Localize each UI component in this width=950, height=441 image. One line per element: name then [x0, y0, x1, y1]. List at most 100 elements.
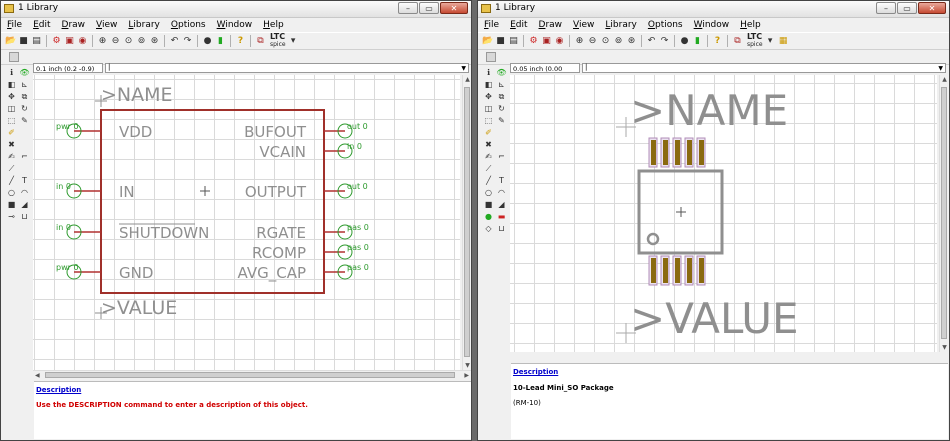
- menu-file[interactable]: File: [7, 20, 22, 30]
- vertical-scrollbar[interactable]: ▲ ▼: [462, 75, 471, 370]
- attribute-icon[interactable]: ⊔: [496, 223, 507, 234]
- polygon-icon[interactable]: ◢: [496, 199, 507, 210]
- go-icon[interactable]: ▮: [692, 36, 703, 47]
- mark-icon[interactable]: ⊾: [19, 79, 30, 90]
- run-icon[interactable]: ◉: [554, 36, 565, 47]
- cam-icon[interactable]: ⚙: [51, 36, 62, 47]
- change-icon[interactable]: ✎: [19, 115, 30, 126]
- description-link[interactable]: Description: [36, 386, 81, 394]
- symbol-editor-canvas[interactable]: >NAME >VALUE pwr 0 VDD in 0 IN in 0 SHUTDOWN pwr…: [33, 75, 460, 370]
- arc-icon[interactable]: ◠: [19, 187, 30, 198]
- undo-icon[interactable]: ↶: [646, 36, 657, 47]
- rotate-icon[interactable]: ↻: [496, 103, 507, 114]
- zoom-in-icon[interactable]: ⊕: [574, 36, 585, 47]
- grid-button[interactable]: [486, 52, 496, 62]
- cam-icon[interactable]: ⚙: [528, 36, 539, 47]
- dropdown-arrow-icon[interactable]: ▾: [765, 36, 776, 47]
- mark-icon[interactable]: ⊾: [496, 79, 507, 90]
- zoom-out-icon[interactable]: ⊖: [110, 36, 121, 47]
- menu-draw[interactable]: Draw: [539, 20, 563, 30]
- scroll-down-icon[interactable]: ▼: [940, 343, 949, 352]
- arc-icon[interactable]: ◠: [496, 187, 507, 198]
- attribute-icon[interactable]: ⊔: [19, 211, 30, 222]
- scroll-thumb[interactable]: [464, 87, 470, 357]
- open-icon[interactable]: 📂: [482, 36, 493, 47]
- help-icon[interactable]: ?: [712, 36, 723, 47]
- rotate-icon[interactable]: ↻: [19, 103, 30, 114]
- scroll-right-icon[interactable]: ▶: [464, 371, 469, 380]
- close-button[interactable]: ✕: [440, 2, 468, 14]
- scroll-thumb[interactable]: [941, 87, 947, 339]
- package-editor-canvas[interactable]: >NAME >VALUE: [510, 75, 937, 352]
- scroll-left-icon[interactable]: ◀: [35, 371, 40, 380]
- wire-icon[interactable]: ╱: [6, 175, 17, 186]
- command-line-input[interactable]: | ▼: [582, 63, 946, 73]
- info-icon[interactable]: ℹ: [6, 67, 17, 78]
- description-link[interactable]: Description: [513, 368, 558, 376]
- run-icon[interactable]: ◉: [77, 36, 88, 47]
- menu-library[interactable]: Library: [605, 20, 636, 30]
- scroll-thumb[interactable]: [45, 372, 455, 378]
- mirror-icon[interactable]: ◫: [6, 103, 17, 114]
- rect-icon[interactable]: ■: [6, 199, 17, 210]
- menu-window[interactable]: Window: [694, 20, 730, 30]
- mirror-icon[interactable]: ◫: [483, 103, 494, 114]
- chevron-down-icon[interactable]: ▼: [938, 65, 943, 72]
- script-icon[interactable]: ▣: [64, 36, 75, 47]
- menu-edit[interactable]: Edit: [510, 20, 527, 30]
- via-icon[interactable]: ●: [483, 211, 494, 222]
- zoom-out-icon[interactable]: ⊖: [587, 36, 598, 47]
- move-icon[interactable]: ✥: [6, 91, 17, 102]
- undo-icon[interactable]: ↶: [169, 36, 180, 47]
- minimize-button[interactable]: –: [398, 2, 418, 14]
- polygon-icon[interactable]: ◢: [19, 199, 30, 210]
- paste-icon[interactable]: ✐: [483, 127, 494, 138]
- stop-icon[interactable]: ●: [679, 36, 690, 47]
- zoom-fit-icon[interactable]: ⊚: [136, 36, 147, 47]
- go-icon[interactable]: ▮: [215, 36, 226, 47]
- open-icon[interactable]: 📂: [5, 36, 16, 47]
- paste-icon[interactable]: ✐: [6, 127, 17, 138]
- split-icon[interactable]: ⟋: [483, 163, 494, 174]
- wire-icon[interactable]: ╱: [483, 175, 494, 186]
- chevron-down-icon[interactable]: ▼: [461, 65, 466, 72]
- circle-icon[interactable]: ○: [483, 187, 494, 198]
- menu-window[interactable]: Window: [217, 20, 253, 30]
- smd-icon[interactable]: ▬: [496, 211, 507, 222]
- show-icon[interactable]: 👁: [19, 67, 30, 78]
- grid-button[interactable]: [9, 52, 19, 62]
- miter-icon[interactable]: ⌐: [19, 151, 30, 162]
- close-button[interactable]: ✕: [918, 2, 946, 14]
- move-icon[interactable]: ✥: [483, 91, 494, 102]
- ltspice-icon[interactable]: ⧉: [732, 36, 743, 47]
- menu-options[interactable]: Options: [648, 20, 683, 30]
- zoom-fit-icon[interactable]: ⊚: [613, 36, 624, 47]
- save-icon[interactable]: ■: [18, 36, 29, 47]
- scroll-up-icon[interactable]: ▲: [463, 75, 471, 84]
- copy-icon[interactable]: ⧉: [19, 91, 30, 102]
- zoom-select-icon[interactable]: ⊛: [626, 36, 637, 47]
- pads-icon[interactable]: ▦: [778, 36, 789, 47]
- script-icon[interactable]: ▣: [541, 36, 552, 47]
- menu-help[interactable]: Help: [740, 20, 761, 30]
- ltspice-label[interactable]: LTC spice: [270, 33, 286, 49]
- command-line-input[interactable]: | ▼: [105, 63, 469, 73]
- hole-icon[interactable]: ◇: [483, 223, 494, 234]
- zoom-in-icon[interactable]: ⊕: [97, 36, 108, 47]
- help-icon[interactable]: ?: [235, 36, 246, 47]
- delete-icon[interactable]: ✖: [483, 139, 494, 150]
- print-icon[interactable]: ▤: [508, 36, 519, 47]
- change-icon[interactable]: ✎: [496, 115, 507, 126]
- minimize-button[interactable]: –: [876, 2, 896, 14]
- menu-help[interactable]: Help: [263, 20, 284, 30]
- name-icon[interactable]: ✍: [483, 151, 494, 162]
- copy-icon[interactable]: ⧉: [496, 91, 507, 102]
- name-icon[interactable]: ✍: [6, 151, 17, 162]
- rect-icon[interactable]: ■: [483, 199, 494, 210]
- menu-library[interactable]: Library: [128, 20, 159, 30]
- print-icon[interactable]: ▤: [31, 36, 42, 47]
- ltspice-label[interactable]: LTC spice: [747, 33, 763, 49]
- group-icon[interactable]: ⬚: [483, 115, 494, 126]
- save-icon[interactable]: ■: [495, 36, 506, 47]
- zoom-redraw-icon[interactable]: ⊙: [123, 36, 134, 47]
